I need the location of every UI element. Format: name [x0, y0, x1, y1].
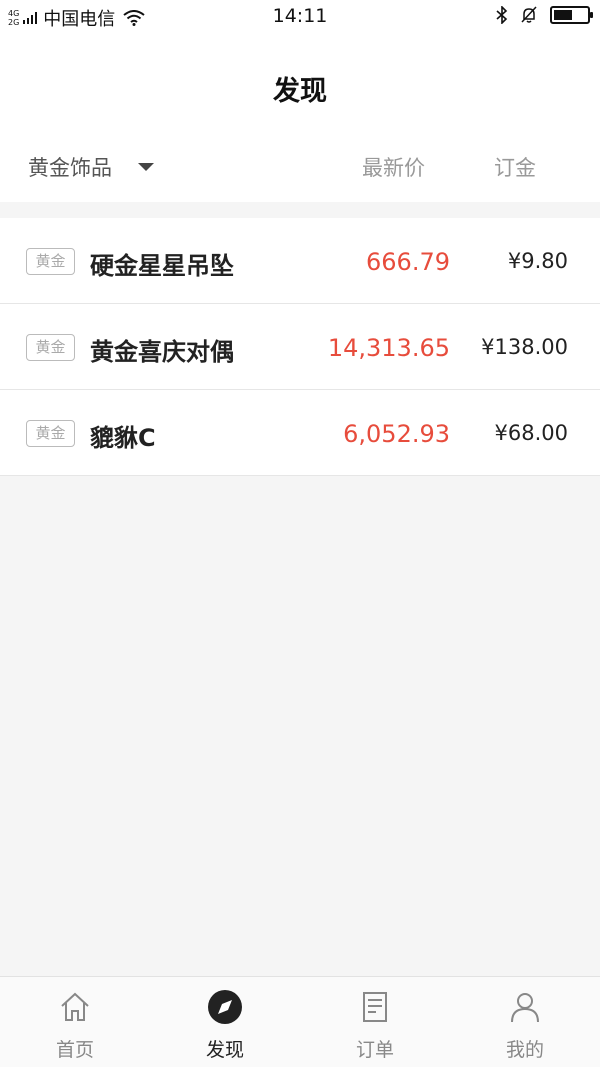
- home-icon: [57, 989, 93, 1025]
- product-deposit: ¥9.80: [507, 249, 568, 273]
- nav-bar: 发现: [0, 34, 600, 132]
- product-row[interactable]: 黄金 硬金星星吊坠 666.79 ¥9.80: [0, 218, 600, 304]
- list-header: 黄金饰品 最新价 订金: [0, 132, 600, 202]
- user-icon: [507, 989, 543, 1025]
- latest-price-header: 最新价: [362, 156, 425, 180]
- tab-label: 首页: [55, 1039, 94, 1061]
- product-deposit: ¥68.00: [494, 421, 568, 445]
- product-row[interactable]: 黄金 黄金喜庆对偶 14,313.65 ¥138.00: [0, 304, 600, 390]
- product-name: 黄金喜庆对偶: [90, 338, 234, 366]
- product-name: 硬金星星吊坠: [90, 252, 234, 280]
- tab-orders[interactable]: 订单: [300, 977, 450, 1067]
- status-right: [496, 6, 593, 24]
- page-title: 发现: [273, 75, 327, 107]
- tab-home[interactable]: 首页: [0, 977, 150, 1067]
- order-list-icon: [357, 989, 393, 1025]
- product-price: 666.79: [366, 248, 450, 276]
- caret-down-icon: [138, 163, 154, 171]
- product-tag: 黄金: [26, 334, 75, 361]
- mute-bell-icon: [521, 6, 537, 23]
- battery-icon: [550, 6, 593, 24]
- tab-discover[interactable]: 发现: [150, 977, 300, 1067]
- status-bar: 4G 2G 中国电信 14:11: [0, 0, 600, 34]
- product-list: 黄金 硬金星星吊坠 666.79 ¥9.80 黄金 黄金喜庆对偶 14,313.…: [0, 218, 600, 476]
- product-tag: 黄金: [26, 248, 75, 275]
- product-price: 6,052.93: [343, 420, 450, 448]
- tab-bar: 首页 发现 订单 我的: [0, 976, 600, 1067]
- product-tag: 黄金: [26, 420, 75, 447]
- tab-profile[interactable]: 我的: [450, 977, 600, 1067]
- product-price: 14,313.65: [327, 334, 450, 362]
- compass-icon: [207, 989, 243, 1025]
- bluetooth-icon: [496, 6, 508, 24]
- category-dropdown[interactable]: 黄金饰品: [28, 152, 154, 182]
- product-row[interactable]: 黄金 貔貅C 6,052.93 ¥68.00: [0, 390, 600, 476]
- app-screen: 4G 2G 中国电信 14:11 发现 黄金饰品 最新价 订金 黄金 硬金星星吊…: [0, 0, 600, 1067]
- tab-label: 发现: [205, 1039, 244, 1061]
- tab-label: 订单: [355, 1039, 394, 1061]
- product-name: 貔貅C: [90, 424, 156, 452]
- category-label: 黄金饰品: [28, 156, 112, 180]
- product-deposit: ¥138.00: [481, 335, 568, 359]
- battery-level: [554, 10, 572, 20]
- deposit-header: 订金: [494, 156, 536, 180]
- tab-label: 我的: [505, 1039, 544, 1061]
